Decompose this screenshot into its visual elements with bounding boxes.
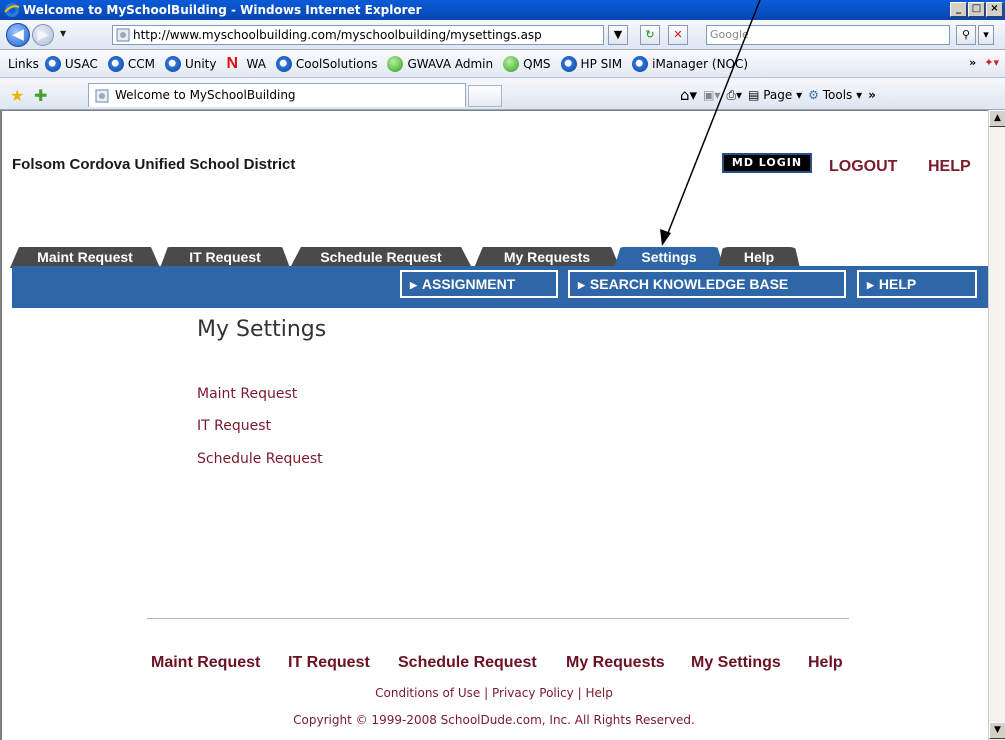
settings-link-schedule-request[interactable]: Schedule Request <box>197 451 323 467</box>
links-overflow: » ✦▾ <box>969 56 999 69</box>
add-favorites-icon[interactable]: ✚ <box>34 86 47 105</box>
command-chevron-icon[interactable]: » <box>868 88 876 102</box>
page-icon: ▤ <box>748 88 760 102</box>
link-imanager[interactable]: iManager (NOC) <box>632 55 748 72</box>
page-viewport <box>0 110 1005 740</box>
back-button[interactable]: ◀ <box>6 23 30 47</box>
scroll-up-icon[interactable]: ▲ <box>989 110 1005 127</box>
footer-link-maint-request[interactable]: Maint Request <box>151 654 260 672</box>
favorites-star-icon[interactable]: ★ <box>10 86 24 105</box>
novell-n-icon: N <box>226 54 239 72</box>
copyright-text: Copyright © 1999-2008 SchoolDude.com, In… <box>293 713 695 727</box>
address-dropdown-icon[interactable]: ▼ <box>608 25 628 45</box>
settings-link-maint-request[interactable]: Maint Request <box>197 386 297 402</box>
tab-schedule-request[interactable]: Schedule Request <box>290 247 472 268</box>
window-title: Welcome to MySchoolBuilding - Windows In… <box>23 3 422 17</box>
links-toolbar: Links USAC CCM Unity N WA CoolSolutions G… <box>0 50 1005 78</box>
window-controls: _ □ × <box>950 2 1003 17</box>
command-toolbar: ★ ✚ Welcome to MySchoolBuilding ⌂▾ ▣▾ ⎙▾… <box>0 78 1005 110</box>
minimize-icon[interactable]: _ <box>950 2 967 17</box>
gear-icon: ⚙ <box>808 88 819 102</box>
page-menu[interactable]: ▤ Page ▾ <box>748 88 802 102</box>
search-icon[interactable]: ⚲ <box>956 25 976 45</box>
tab-my-requests[interactable]: My Requests <box>474 247 620 268</box>
ie-page-icon <box>560 55 577 72</box>
ie-page-icon <box>632 55 649 72</box>
arrow-right-icon: ▶ <box>867 280 874 290</box>
search-knowledge-base-button[interactable]: ▶ SEARCH KNOWLEDGE BASE <box>568 270 846 298</box>
ie-page-icon <box>275 55 292 72</box>
links-label: Links <box>8 56 39 71</box>
tab-settings[interactable]: Settings <box>614 247 724 268</box>
logout-link[interactable]: LOGOUT <box>829 158 897 176</box>
ie-logo-icon <box>4 3 20 17</box>
subnav-help-button[interactable]: ▶ HELP <box>857 270 977 298</box>
translate-icon[interactable]: ✦▾ <box>984 56 999 69</box>
ie-page-icon <box>107 55 124 72</box>
link-usac[interactable]: USAC <box>44 55 98 72</box>
footer-link-it-request[interactable]: IT Request <box>288 654 370 672</box>
footer-legal-links: Conditions of Use | Privacy Policy | Hel… <box>0 686 988 700</box>
tab-help[interactable]: Help <box>718 247 800 268</box>
footer-divider <box>147 618 849 619</box>
footer-link-my-requests[interactable]: My Requests <box>566 654 665 672</box>
print-icon[interactable]: ⎙▾ <box>726 88 742 103</box>
settings-link-it-request[interactable]: IT Request <box>197 418 271 434</box>
tab-title: Welcome to MySchoolBuilding <box>115 88 296 102</box>
scrollbar-track[interactable] <box>989 128 1005 720</box>
page-title: My Settings <box>197 317 327 342</box>
page-favicon-icon <box>95 89 109 103</box>
forward-button[interactable]: ▶ <box>32 24 54 46</box>
tab-it-request[interactable]: IT Request <box>160 247 290 268</box>
maximize-icon[interactable]: □ <box>968 2 985 17</box>
assignment-button[interactable]: ▶ ASSIGNMENT <box>400 270 558 298</box>
help-link[interactable]: HELP <box>928 158 971 176</box>
md-login-button[interactable]: MD LOGIN <box>722 153 812 173</box>
stop-icon[interactable]: ✕ <box>668 25 688 45</box>
tools-menu[interactable]: ⚙ Tools ▾ <box>808 88 862 102</box>
footer-link-schedule-request[interactable]: Schedule Request <box>398 654 537 672</box>
link-gwava-admin[interactable]: GWAVA Admin <box>387 55 493 72</box>
search-options-icon[interactable]: ▾ <box>978 25 994 45</box>
window-title-bar: Welcome to MySchoolBuilding - Windows In… <box>0 0 1005 20</box>
footer-separator: | <box>577 686 582 700</box>
link-wa[interactable]: N WA <box>226 54 265 72</box>
arrow-right-icon: ▶ <box>410 280 417 290</box>
ie-page-icon <box>164 55 181 72</box>
feeds-icon[interactable]: ▣▾ <box>703 88 720 102</box>
home-icon[interactable]: ⌂▾ <box>680 86 697 104</box>
new-tab-button[interactable] <box>468 85 502 107</box>
footer-link-help[interactable]: Help <box>808 654 843 672</box>
address-input[interactable]: http://www.myschoolbuilding.com/myschool… <box>112 25 604 45</box>
address-toolbar: ◀ ▶ ▼ http://www.myschoolbuilding.com/my… <box>0 20 1005 50</box>
link-unity[interactable]: Unity <box>164 55 216 72</box>
vertical-scrollbar[interactable]: ▲ ▼ <box>988 110 1005 740</box>
link-ccm[interactable]: CCM <box>107 55 155 72</box>
links-chevron-icon[interactable]: » <box>969 56 976 69</box>
globe-icon <box>503 55 520 72</box>
conditions-of-use-link[interactable]: Conditions of Use <box>375 686 480 700</box>
scroll-down-icon[interactable]: ▼ <box>989 722 1005 739</box>
ie-page-icon <box>44 55 61 72</box>
tab-maint-request[interactable]: Maint Request <box>10 247 160 268</box>
footer-link-my-settings[interactable]: My Settings <box>691 654 781 672</box>
page-favicon-icon <box>116 28 130 42</box>
browser-tab[interactable]: Welcome to MySchoolBuilding <box>88 83 466 107</box>
link-coolsolutions[interactable]: CoolSolutions <box>275 55 377 72</box>
district-name: Folsom Cordova Unified School District <box>12 156 296 173</box>
search-input[interactable]: Google <box>706 25 950 45</box>
link-hp-sim[interactable]: HP SIM <box>560 55 622 72</box>
link-qms[interactable]: QMS <box>503 55 551 72</box>
close-icon[interactable]: × <box>986 2 1003 17</box>
globe-icon <box>387 55 404 72</box>
arrow-right-icon: ▶ <box>578 280 585 290</box>
history-dropdown-icon[interactable]: ▼ <box>60 29 66 38</box>
privacy-policy-link[interactable]: Privacy Policy <box>492 686 574 700</box>
command-buttons: ⌂▾ ▣▾ ⎙▾ ▤ Page ▾ ⚙ Tools ▾ » <box>680 86 876 104</box>
address-url: http://www.myschoolbuilding.com/myschool… <box>133 28 542 42</box>
footer-separator: | <box>484 686 489 700</box>
footer-help-small-link[interactable]: Help <box>585 686 612 700</box>
refresh-icon[interactable]: ↻ <box>640 25 660 45</box>
